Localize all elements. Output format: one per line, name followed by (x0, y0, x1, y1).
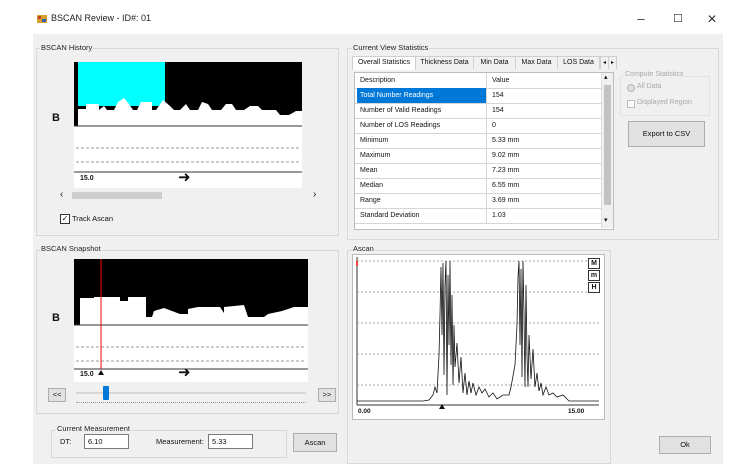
history-b-label: B (52, 112, 60, 124)
table-row[interactable]: Median 6.55 mm (355, 178, 601, 194)
row-value: 154 (492, 92, 504, 99)
snapshot-arrow-icon: ➜ (178, 364, 191, 381)
row-description: Number of Valid Readings (357, 103, 487, 118)
mode-button-m[interactable]: m (588, 270, 600, 281)
bscan-snapshot-plot (74, 259, 308, 382)
ok-button[interactable]: Ok (659, 436, 711, 454)
table-row[interactable]: Total Number Readings 154 (355, 88, 601, 104)
row-value: 0 (492, 122, 496, 129)
bscan-history-label: BSCAN History (40, 43, 94, 52)
table-row[interactable]: Standard Deviation 1.03 (355, 208, 601, 224)
table-row[interactable]: Maximum 9.02 mm (355, 148, 601, 164)
bscan-history-display[interactable]: 15.0 ➜ (74, 62, 302, 188)
row-description: Total Number Readings (357, 88, 487, 103)
ascan-waveform-plot (356, 257, 599, 409)
row-value: 1.03 (492, 212, 506, 219)
grid-header-row: Description Value (355, 73, 601, 89)
tab-thickness-data[interactable]: Thickness Data (415, 56, 474, 69)
row-description: Maximum (357, 148, 487, 163)
row-value: 3.69 mm (492, 197, 520, 204)
ascan-display[interactable]: 0.00 15.00 M m H (352, 254, 605, 420)
statistics-label: Current View Statistics (352, 43, 430, 52)
row-value: 7.23 mm (492, 167, 520, 174)
row-description: Standard Deviation (357, 208, 487, 223)
ascan-x-min-label: 0.00 (358, 408, 371, 415)
dt-label: DT: (60, 437, 72, 446)
statistics-grid: Description Value Total Number Readings … (354, 72, 614, 230)
slider-ticks (76, 402, 306, 405)
scroll-up-icon[interactable]: ▴ (604, 73, 608, 81)
grid-scrollbar-thumb[interactable] (604, 85, 611, 205)
tab-min-data[interactable]: Min Data (473, 56, 516, 69)
previous-button[interactable]: << (48, 388, 66, 402)
maximize-button[interactable]: ☐ (663, 8, 693, 30)
measurement-field[interactable]: 5.33 (208, 434, 253, 449)
bscan-snapshot-label: BSCAN Snapshot (40, 244, 102, 253)
row-description: Mean (357, 163, 487, 178)
column-header-description[interactable]: Description (357, 73, 487, 88)
compute-statistics-group (620, 76, 710, 116)
displayed-region-checkbox[interactable] (627, 100, 635, 108)
history-arrow-icon: ➜ (178, 169, 191, 186)
mode-button-H[interactable]: H (588, 282, 600, 293)
snapshot-depth-label: 15.0 (80, 371, 94, 378)
tab-scroll-right-icon[interactable]: ▸ (608, 56, 617, 69)
dt-field[interactable]: 6.10 (84, 434, 129, 449)
history-highlight-region (78, 62, 165, 106)
row-value: 6.55 mm (492, 182, 520, 189)
ascan-button[interactable]: Ascan (293, 433, 337, 452)
next-button[interactable]: >> (318, 388, 336, 402)
scroll-right-icon[interactable]: › (313, 189, 316, 200)
table-row[interactable]: Minimum 5.33 mm (355, 133, 601, 149)
history-scrollbar-thumb[interactable] (72, 192, 162, 199)
displayed-region-label: Displayed Region (637, 99, 692, 106)
measurement-label: Current Measurement (56, 424, 131, 433)
column-header-value[interactable]: Value (488, 73, 509, 88)
close-button[interactable]: ✕ (697, 8, 727, 30)
track-ascan-checkbox[interactable]: ✓ (60, 214, 70, 224)
window-title: BSCAN Review - ID#: 01 (51, 13, 152, 23)
tab-max-data[interactable]: Max Data (515, 56, 558, 69)
bscan-snapshot-display[interactable]: 15.0 ➜ (74, 259, 308, 382)
ascan-label: Ascan (352, 244, 375, 253)
scroll-down-icon[interactable]: ▾ (604, 216, 608, 224)
statistics-tab-bar: Overall Statistics Thickness Data Min Da… (352, 56, 617, 70)
table-row[interactable]: Mean 7.23 mm (355, 163, 601, 179)
row-value: 9.02 mm (492, 152, 520, 159)
compute-statistics-label: Compute Statistics (624, 71, 685, 78)
row-value: 154 (492, 107, 504, 114)
all-data-label: All Data (637, 83, 662, 90)
ascan-x-max-label: 15.00 (568, 408, 585, 415)
snapshot-b-label: B (52, 312, 60, 324)
row-description: Number of LOS Readings (357, 118, 487, 133)
table-row[interactable]: Number of LOS Readings 0 (355, 118, 601, 134)
mode-button-M[interactable]: M (588, 258, 600, 269)
all-data-radio[interactable] (627, 84, 635, 92)
table-row[interactable]: Number of Valid Readings 154 (355, 103, 601, 119)
scroll-left-icon[interactable]: ‹ (60, 189, 63, 200)
table-row[interactable]: Range 3.69 mm (355, 193, 601, 209)
tab-los-data[interactable]: LOS Data (557, 56, 600, 69)
grid-scrollbar[interactable]: ▴ ▾ (601, 73, 613, 228)
snapshot-slider-thumb[interactable] (102, 386, 109, 400)
row-description: Minimum (357, 133, 487, 148)
row-description: Median (357, 178, 487, 193)
tab-overall-statistics[interactable]: Overall Statistics (352, 56, 416, 70)
snapshot-slider-track[interactable] (76, 392, 306, 394)
row-description: Range (357, 193, 487, 208)
app-icon (37, 15, 47, 23)
export-csv-button[interactable]: Export to CSV (628, 121, 705, 147)
row-value: 5.33 mm (492, 137, 520, 144)
title-bar: BSCAN Review - ID#: 01 – ☐ ✕ (0, 0, 736, 34)
measurement-field-label: Measurement: (156, 437, 204, 446)
track-ascan-label: Track Ascan (72, 214, 113, 223)
history-depth-label: 15.0 (80, 175, 94, 182)
minimize-button[interactable]: – (626, 8, 656, 30)
